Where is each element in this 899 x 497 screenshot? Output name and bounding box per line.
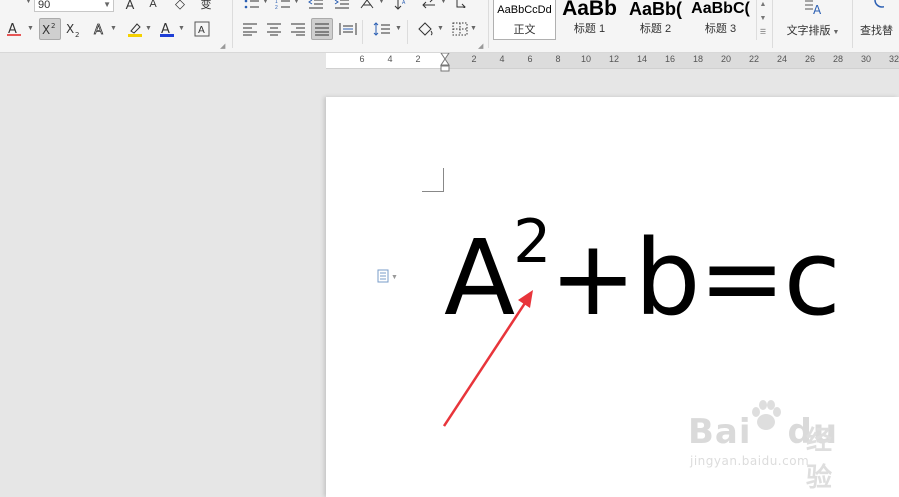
watermark-url: jingyan.baidu.com [690, 454, 810, 468]
baidu-watermark: Bai du 经验 jingyan.baidu.com [686, 398, 856, 493]
watermark-cn: 经验 [806, 426, 833, 493]
watermark-brand-part1: Bai [688, 412, 752, 452]
